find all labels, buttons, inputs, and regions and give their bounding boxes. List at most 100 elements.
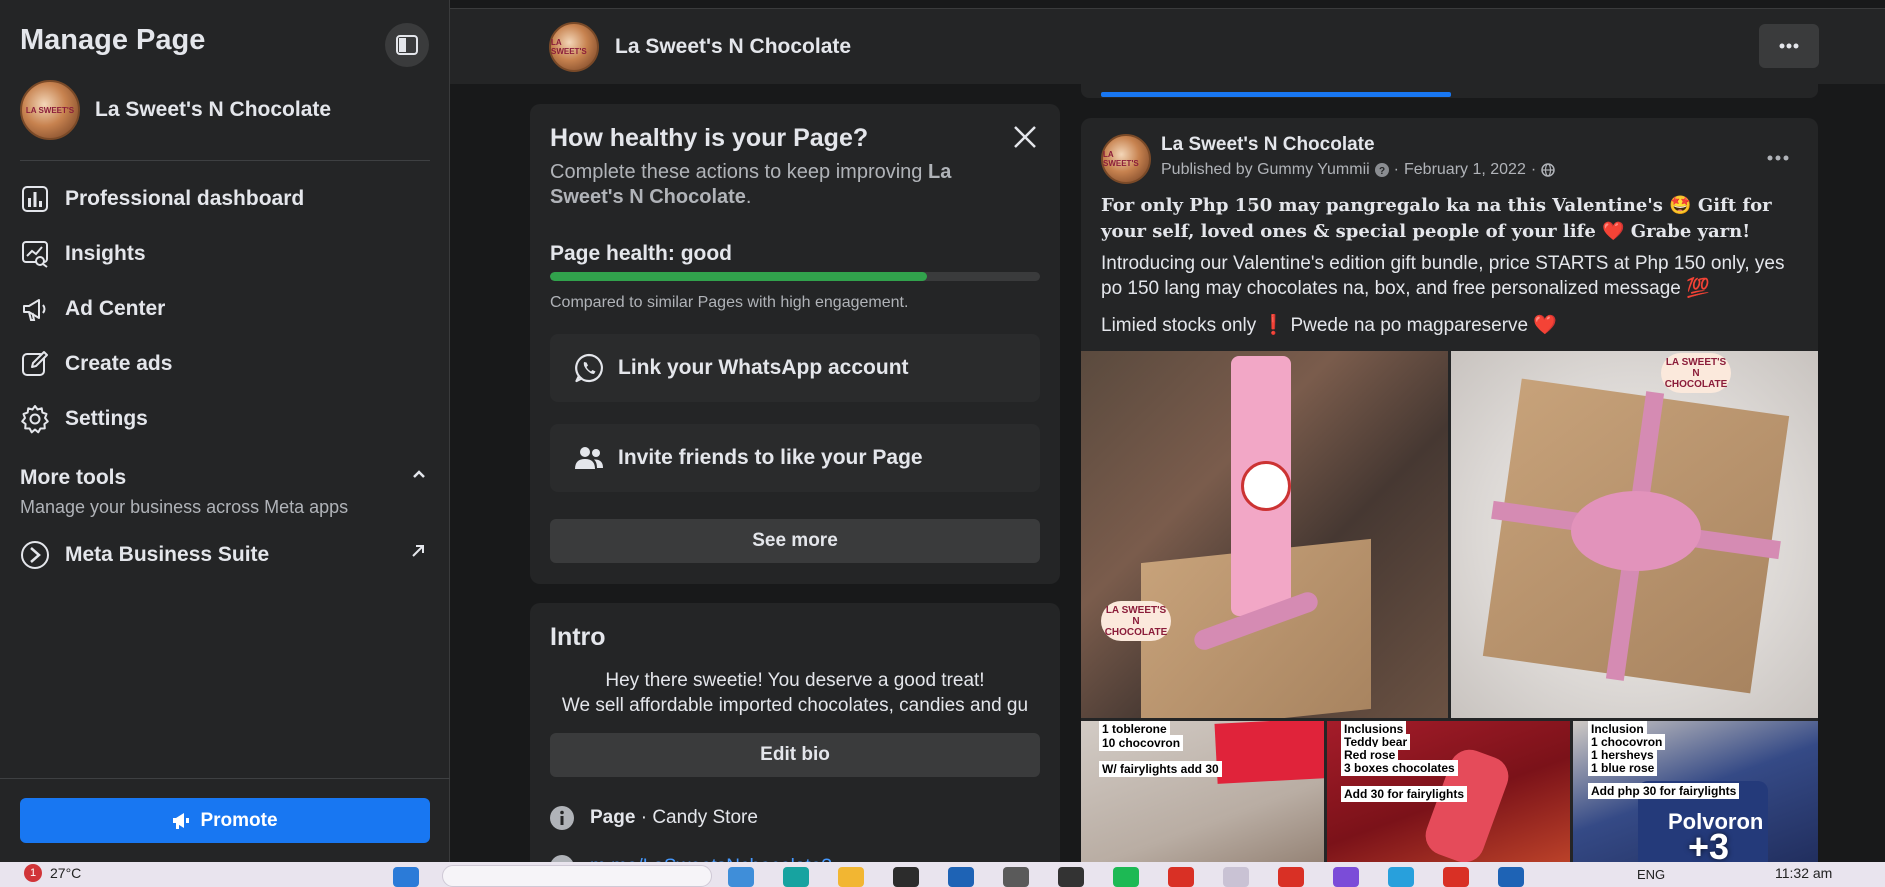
app-icon[interactable] <box>948 867 974 887</box>
sidebar-item-label: Meta Business Suite <box>65 543 270 566</box>
meta-separator: · <box>1393 161 1399 178</box>
page-health-status: Page health: good <box>550 242 733 265</box>
app-icon[interactable] <box>893 867 919 887</box>
sidebar-title: Manage Page <box>20 24 206 56</box>
card-shape <box>1214 721 1324 784</box>
invite-friends-action[interactable]: Invite friends to like your Page <box>550 424 1040 492</box>
page-health-compare-text: Compared to similar Pages with high enga… <box>550 294 909 311</box>
sidebar-page-switcher[interactable]: LA SWEET'S La Sweet's N Chocolate <box>20 80 331 140</box>
post-more-options-button[interactable] <box>1767 148 1789 166</box>
bio-line-1: Hey there sweetie! You deserve a good tr… <box>605 670 985 691</box>
more-tools-subtitle: Manage your business across Meta apps <box>20 497 349 517</box>
temperature: 27°C <box>50 865 82 881</box>
sidebar-item-label: Create ads <box>65 352 173 375</box>
post-text-headline: For only Php 150 may pangregalo ka na th… <box>1101 195 1772 242</box>
post-photo-2[interactable]: LA SWEET'S N CHOCOLATE <box>1451 351 1818 718</box>
sidebar-item-meta-business-suite[interactable]: Meta Business Suite <box>20 535 269 575</box>
close-health-card-button[interactable] <box>1012 124 1038 155</box>
top-edge <box>450 0 1885 9</box>
post-author-name[interactable]: La Sweet's N Chocolate <box>1161 134 1375 156</box>
feed-post: LA SWEET'S La Sweet's N Chocolate Publis… <box>1081 118 1818 878</box>
sidebar-item-label: Settings <box>65 407 148 430</box>
system-clock[interactable]: 11:32 am <box>1775 865 1832 881</box>
tab-strip-remnant <box>1081 84 1818 98</box>
action-label: Link your WhatsApp account <box>618 356 909 379</box>
post-date[interactable]: February 1, 2022 <box>1404 161 1526 179</box>
sticker-text: LA SWEET'S N CHOCOLATE <box>1664 356 1728 390</box>
chrome-icon[interactable] <box>1443 867 1469 887</box>
post-text-footer: Limied stocks only ❗ Pwede na po magpare… <box>1101 315 1558 336</box>
app-icon[interactable] <box>1058 867 1084 887</box>
post-photo-4[interactable]: Inclusions Teddy bear Red rose 3 boxes c… <box>1327 721 1570 878</box>
intro-category-row: Page · Candy Store <box>550 806 758 830</box>
sidebar-item-label: Professional dashboard <box>65 187 305 210</box>
post-photo-3[interactable]: 1 toblerone 10 chocovron W/ fairylights … <box>1081 721 1324 878</box>
sidebar-item-insights[interactable]: Insights <box>20 234 146 274</box>
app-icon[interactable] <box>1333 867 1359 887</box>
subtitle-suffix: . <box>745 186 752 208</box>
topbar-page-avatar[interactable]: LA SWEET'S <box>549 22 599 72</box>
intro-category: Page · Candy Store <box>590 807 758 829</box>
intro-title: Intro <box>550 623 606 651</box>
more-tools-heading[interactable]: More tools <box>20 466 126 490</box>
pencil-square-icon <box>20 349 50 379</box>
dashboard-icon <box>20 184 50 214</box>
start-menu-icon[interactable] <box>393 867 419 887</box>
chrome-icon[interactable] <box>1168 867 1194 887</box>
sidebar-item-create-ads[interactable]: Create ads <box>20 344 172 384</box>
sidebar-bottom-divider <box>0 778 450 779</box>
info-icon <box>550 806 574 830</box>
input-language[interactable]: ENG <box>1637 867 1665 882</box>
chrome-icon[interactable] <box>1223 867 1249 887</box>
post-photo-1[interactable]: LA SWEET'S N CHOCOLATE <box>1081 351 1448 718</box>
topbar-page-name[interactable]: La Sweet's N Chocolate <box>615 35 851 59</box>
category-prefix: Page <box>590 807 636 828</box>
seal-sticker-shape <box>1241 461 1291 511</box>
windows-taskbar: 1 27°C ENG 11:32 am <box>0 862 1885 887</box>
app-icon[interactable] <box>783 867 809 887</box>
globe-icon <box>1541 163 1555 177</box>
sidebar-item-settings[interactable]: Settings <box>20 399 148 439</box>
link-whatsapp-action[interactable]: Link your WhatsApp account <box>550 334 1040 402</box>
sidebar-item-label: Insights <box>65 242 146 265</box>
chevron-up-icon[interactable] <box>411 466 427 487</box>
spotify-icon[interactable] <box>1113 867 1139 887</box>
sidebar-divider <box>20 160 430 161</box>
whatsapp-icon <box>572 352 606 384</box>
promote-button[interactable]: Promote <box>20 798 430 843</box>
app-icon[interactable] <box>728 867 754 887</box>
chrome-icon[interactable] <box>1278 867 1304 887</box>
avatar-logo-text: LA SWEET'S <box>1103 150 1139 168</box>
page-health-title: How healthy is your Page? <box>550 124 869 152</box>
category-separator: · <box>635 807 653 828</box>
active-tab-indicator <box>1101 92 1451 97</box>
gear-icon <box>20 404 50 434</box>
app-icon[interactable] <box>1388 867 1414 887</box>
file-explorer-icon[interactable] <box>838 867 864 887</box>
app-icon[interactable] <box>1498 867 1524 887</box>
weather-widget[interactable]: 1 27°C <box>24 864 81 882</box>
post-author-avatar[interactable]: LA SWEET'S <box>1101 134 1151 184</box>
topbar-more-options-button[interactable] <box>1759 24 1819 68</box>
help-icon: ? <box>1374 163 1389 177</box>
taskbar-search[interactable] <box>442 865 712 887</box>
insights-icon <box>20 239 50 269</box>
more-horizontal-icon <box>1767 155 1789 161</box>
sidebar-page-name: La Sweet's N Chocolate <box>95 98 332 121</box>
collapse-sidebar-button[interactable] <box>385 23 429 67</box>
action-label: Invite friends to like your Page <box>618 446 923 469</box>
post-photo-5[interactable]: Polvoron Inclusion 1 chocovron 1 hershey… <box>1573 721 1818 878</box>
photo-label: 10 chocovron <box>1099 735 1184 751</box>
see-more-button[interactable]: See more <box>550 519 1040 563</box>
app-icon[interactable] <box>1003 867 1029 887</box>
intro-card: Intro Hey there sweetie! You deserve a g… <box>530 603 1060 879</box>
sidebar-item-ad-center[interactable]: Ad Center <box>20 289 165 329</box>
page-health-progress-bar <box>550 272 1040 281</box>
category-value[interactable]: Candy Store <box>652 807 758 828</box>
photo-label: Add 30 for fairylights <box>1341 786 1468 802</box>
edit-bio-button[interactable]: Edit bio <box>550 733 1040 777</box>
ribbon-bow-shape <box>1571 491 1701 571</box>
notification-badge: 1 <box>24 864 42 882</box>
sidebar-item-professional-dashboard[interactable]: Professional dashboard <box>20 179 304 219</box>
subtitle-prefix: Complete these actions to keep improving <box>550 161 928 183</box>
